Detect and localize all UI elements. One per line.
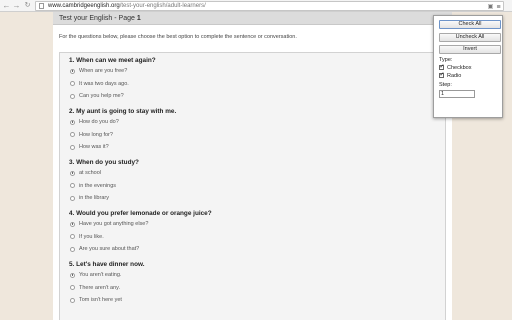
answer-option[interactable]: Have you got anything else? [69,218,212,231]
answer-option[interactable]: How long for? [69,129,176,142]
url-path: /test-your-english/adult-learners/ [119,3,206,9]
question-title: 5. Let's have dinner now. [69,261,145,268]
radio-button[interactable] [70,119,75,125]
answer-option[interactable]: in the library [69,192,139,205]
radio-button[interactable] [70,246,75,252]
answer-option[interactable]: There aren't any. [69,282,145,295]
radio-button[interactable] [70,183,75,189]
question-title: 4. Would you prefer lemonade or orange j… [69,210,212,217]
radio-button[interactable] [70,195,75,201]
page-icon [39,3,44,9]
question-title: 3. When do you study? [69,159,139,166]
radio-button[interactable] [70,234,75,240]
question-2: 2. My aunt is going to stay with me. How … [69,108,176,154]
radio-button[interactable] [70,297,75,303]
answer-option[interactable]: How do you do? [69,116,176,129]
answer-label: Are you sure about that? [79,246,140,253]
answer-label: You aren't eating. [79,272,122,278]
step-input[interactable]: 1 [439,90,475,98]
answer-option[interactable]: If you like. [69,231,212,244]
checkbox-type-label: Checkbox [447,65,472,71]
radio-type-option[interactable]: Radio [439,71,462,79]
radio-button[interactable] [70,170,75,176]
question-title: 1. When can we meet again? [69,57,156,64]
uncheck-all-button[interactable]: Uncheck All [439,33,501,42]
extension-popup: Check All Uncheck All Invert Type: Check… [433,15,503,118]
radio-type-label: Radio [447,73,462,79]
question-panel: 1. When can we meet again? When are you f… [59,52,446,320]
answer-option[interactable]: It was two days ago. [69,78,156,91]
answer-label: Tom isn't here yet [79,297,122,304]
answer-option[interactable]: at school [69,167,139,180]
radio-button[interactable] [70,81,75,87]
browser-toolbar: ← → ↻ www.cambridgeenglish.org/test-your… [0,0,512,12]
forward-arrow-icon[interactable]: → [12,1,21,10]
question-4: 4. Would you prefer lemonade or orange j… [69,210,212,256]
answer-label: Have you got anything else? [79,221,149,227]
answer-label: Can you help me? [79,93,124,100]
back-arrow-icon[interactable]: ← [2,1,11,10]
answer-option[interactable]: Can you help me? [69,90,156,103]
question-5: 5. Let's have dinner now. You aren't eati… [69,261,145,307]
url-domain: www.cambridgeenglish.org [48,3,120,9]
answer-label: How was it? [79,144,109,151]
question-title: 2. My aunt is going to stay with me. [69,108,177,115]
answer-label: How do you do? [79,119,119,125]
answer-label: How long for? [79,131,113,138]
radio-button[interactable] [70,68,75,74]
instructions: For the questions below, please choose t… [59,34,297,40]
answer-label: in the evenings [79,182,116,189]
page-title-text: Test your English - Page [59,15,135,22]
answer-option[interactable]: Are you sure about that? [69,243,212,256]
answer-label: in the library [79,195,109,202]
answer-label: When are you free? [79,68,128,74]
check-all-button[interactable]: Check All [439,20,501,29]
answer-label: It was two days ago. [79,80,129,87]
answer-label: There aren't any. [79,284,120,291]
invert-button[interactable]: Invert [439,45,501,54]
radio-button[interactable] [70,144,75,150]
answer-label: at school [79,170,102,176]
step-label: Step: [439,82,452,88]
checkbox-type-checkbox[interactable] [439,63,445,70]
radio-button[interactable] [70,221,75,227]
radio-button[interactable] [70,93,75,99]
extension-icon[interactable]: ▣ [487,3,494,12]
page-number: 1 [136,15,141,22]
question-1: 1. When can we meet again? When are you f… [69,57,156,103]
menu-icon[interactable]: ≡ [495,3,502,12]
address-bar[interactable]: www.cambridgeenglish.org/test-your-engli… [35,1,504,11]
radio-button[interactable] [70,272,75,278]
page-content: Test your English - Page 1 For the quest… [53,12,452,320]
answer-label: If you like. [79,233,104,240]
answer-option[interactable]: You aren't eating. [69,269,145,282]
radio-type-checkbox[interactable] [439,71,445,78]
page-title: Test your English - Page 1 [53,12,452,25]
url-text: www.cambridgeenglish.org/test-your-engli… [48,2,206,10]
question-3: 3. When do you study? at school in the eve… [69,159,139,205]
answer-option[interactable]: How was it? [69,141,176,154]
answer-option[interactable]: When are you free? [69,65,156,78]
answer-option[interactable]: in the evenings [69,180,139,193]
radio-button[interactable] [70,285,75,291]
radio-button[interactable] [70,132,75,138]
reload-icon[interactable]: ↻ [23,1,32,10]
answer-option[interactable]: Tom isn't here yet [69,294,145,307]
